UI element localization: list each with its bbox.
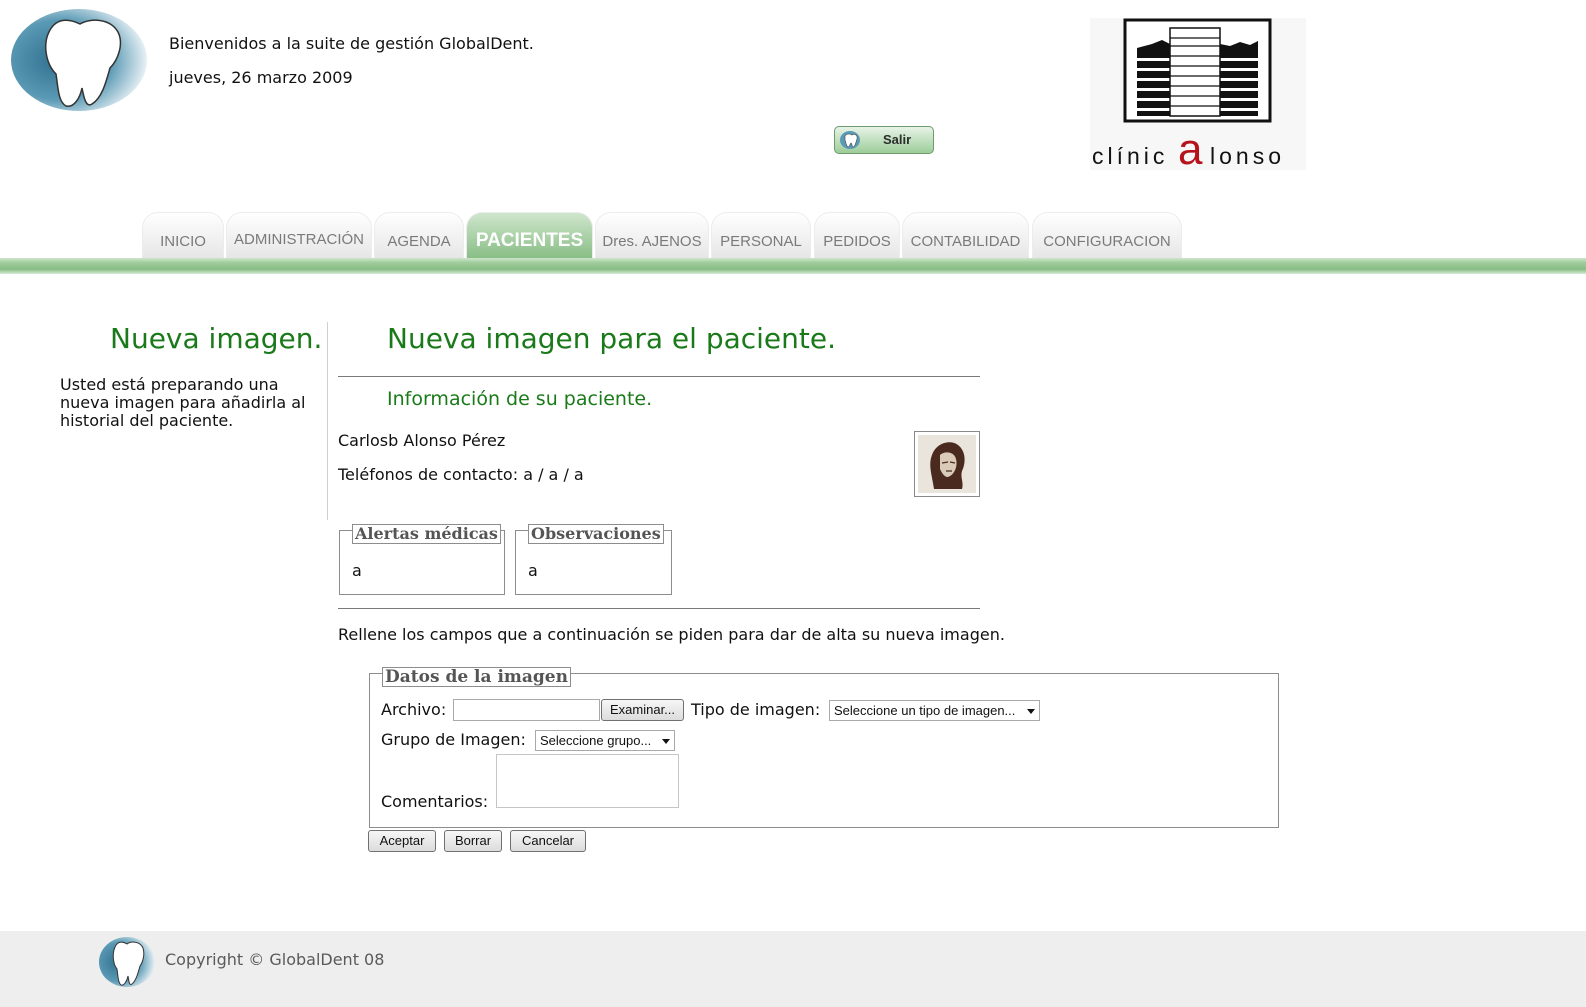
image-group-label: Grupo de Imagen: [381,730,526,749]
globaldent-logo [11,9,147,111]
nav-bar [0,258,1586,274]
tab-pacientes[interactable]: PACIENTES [466,212,593,258]
main-navigation: INICIO ADMINISTRACIÓN AGENDA PACIENTES D… [0,210,1586,274]
tab-configuracion[interactable]: CONFIGURACION [1032,212,1182,258]
image-data-legend: Datos de la imagen [382,667,571,687]
image-type-select[interactable]: Seleccione un tipo de imagen... [829,700,1040,721]
tab-contabilidad[interactable]: CONTABILIDAD [902,212,1029,258]
svg-text:lonso: lonso [1210,143,1285,169]
current-date: jueves, 26 marzo 2009 [169,68,353,87]
sidebar-description: Usted está preparando una nueva imagen p… [60,375,306,430]
patient-info-title: Información de su paciente. [387,388,653,410]
medical-alerts-box: Alertas médicas a [339,524,505,595]
image-group-selected: Seleccione grupo... [540,733,652,748]
svg-text:a: a [1178,125,1203,170]
logout-label: Salir [883,132,912,147]
form-instructions: Rellene los campos que a continuación se… [338,625,1005,644]
file-label: Archivo: [381,700,447,719]
file-input[interactable] [453,699,600,721]
svg-text:clínic: clínic [1092,143,1168,169]
globaldent-footer-logo [99,937,155,987]
clinic-alonso-logo: clínic a lonso [1090,18,1306,170]
logout-button[interactable]: Salir [834,126,934,154]
browse-button[interactable]: Examinar... [601,699,684,721]
patient-portrait-icon [918,435,976,493]
observations-legend: Observaciones [528,524,664,544]
tab-administracion[interactable]: ADMINISTRACIÓN [226,212,372,258]
accept-button[interactable]: Aceptar [368,830,436,852]
tab-personal[interactable]: PERSONAL [711,212,811,258]
patient-name: Carlosb Alonso Pérez [338,431,506,450]
tab-pedidos[interactable]: PEDIDOS [814,212,900,258]
tab-dres-ajenos[interactable]: Dres. AJENOS [595,212,709,258]
image-type-selected: Seleccione un tipo de imagen... [834,703,1016,718]
image-data-form: Datos de la imagen Archivo: Examinar... … [369,667,1279,828]
divider [338,608,980,609]
tab-inicio[interactable]: INICIO [142,212,224,258]
tooth-icon [840,131,860,149]
comments-textarea[interactable] [496,754,679,808]
page-title: Nueva imagen para el paciente. [387,322,836,355]
patient-phones: Teléfonos de contacto: a / a / a [338,465,584,484]
sidebar-title: Nueva imagen. [110,322,323,355]
divider [338,376,980,377]
clear-button[interactable]: Borrar [444,830,502,852]
footer: Copyright © GlobalDent 08 [0,931,1586,1007]
tab-agenda[interactable]: AGENDA [374,212,464,258]
chevron-down-icon [1027,709,1035,714]
chevron-down-icon [662,739,670,744]
patient-photo [914,431,980,497]
copyright-text: Copyright © GlobalDent 08 [165,950,385,969]
medical-alerts-value: a [352,561,362,580]
medical-alerts-legend: Alertas médicas [352,524,501,544]
sidebar-divider [327,322,328,520]
observations-value: a [528,561,538,580]
image-group-select[interactable]: Seleccione grupo... [535,730,675,751]
image-type-label: Tipo de imagen: [691,700,821,719]
welcome-text: Bienvenidos a la suite de gestión Global… [169,34,534,53]
observations-box: Observaciones a [515,524,672,595]
cancel-button[interactable]: Cancelar [510,830,586,852]
comments-label: Comentarios: [381,792,489,811]
